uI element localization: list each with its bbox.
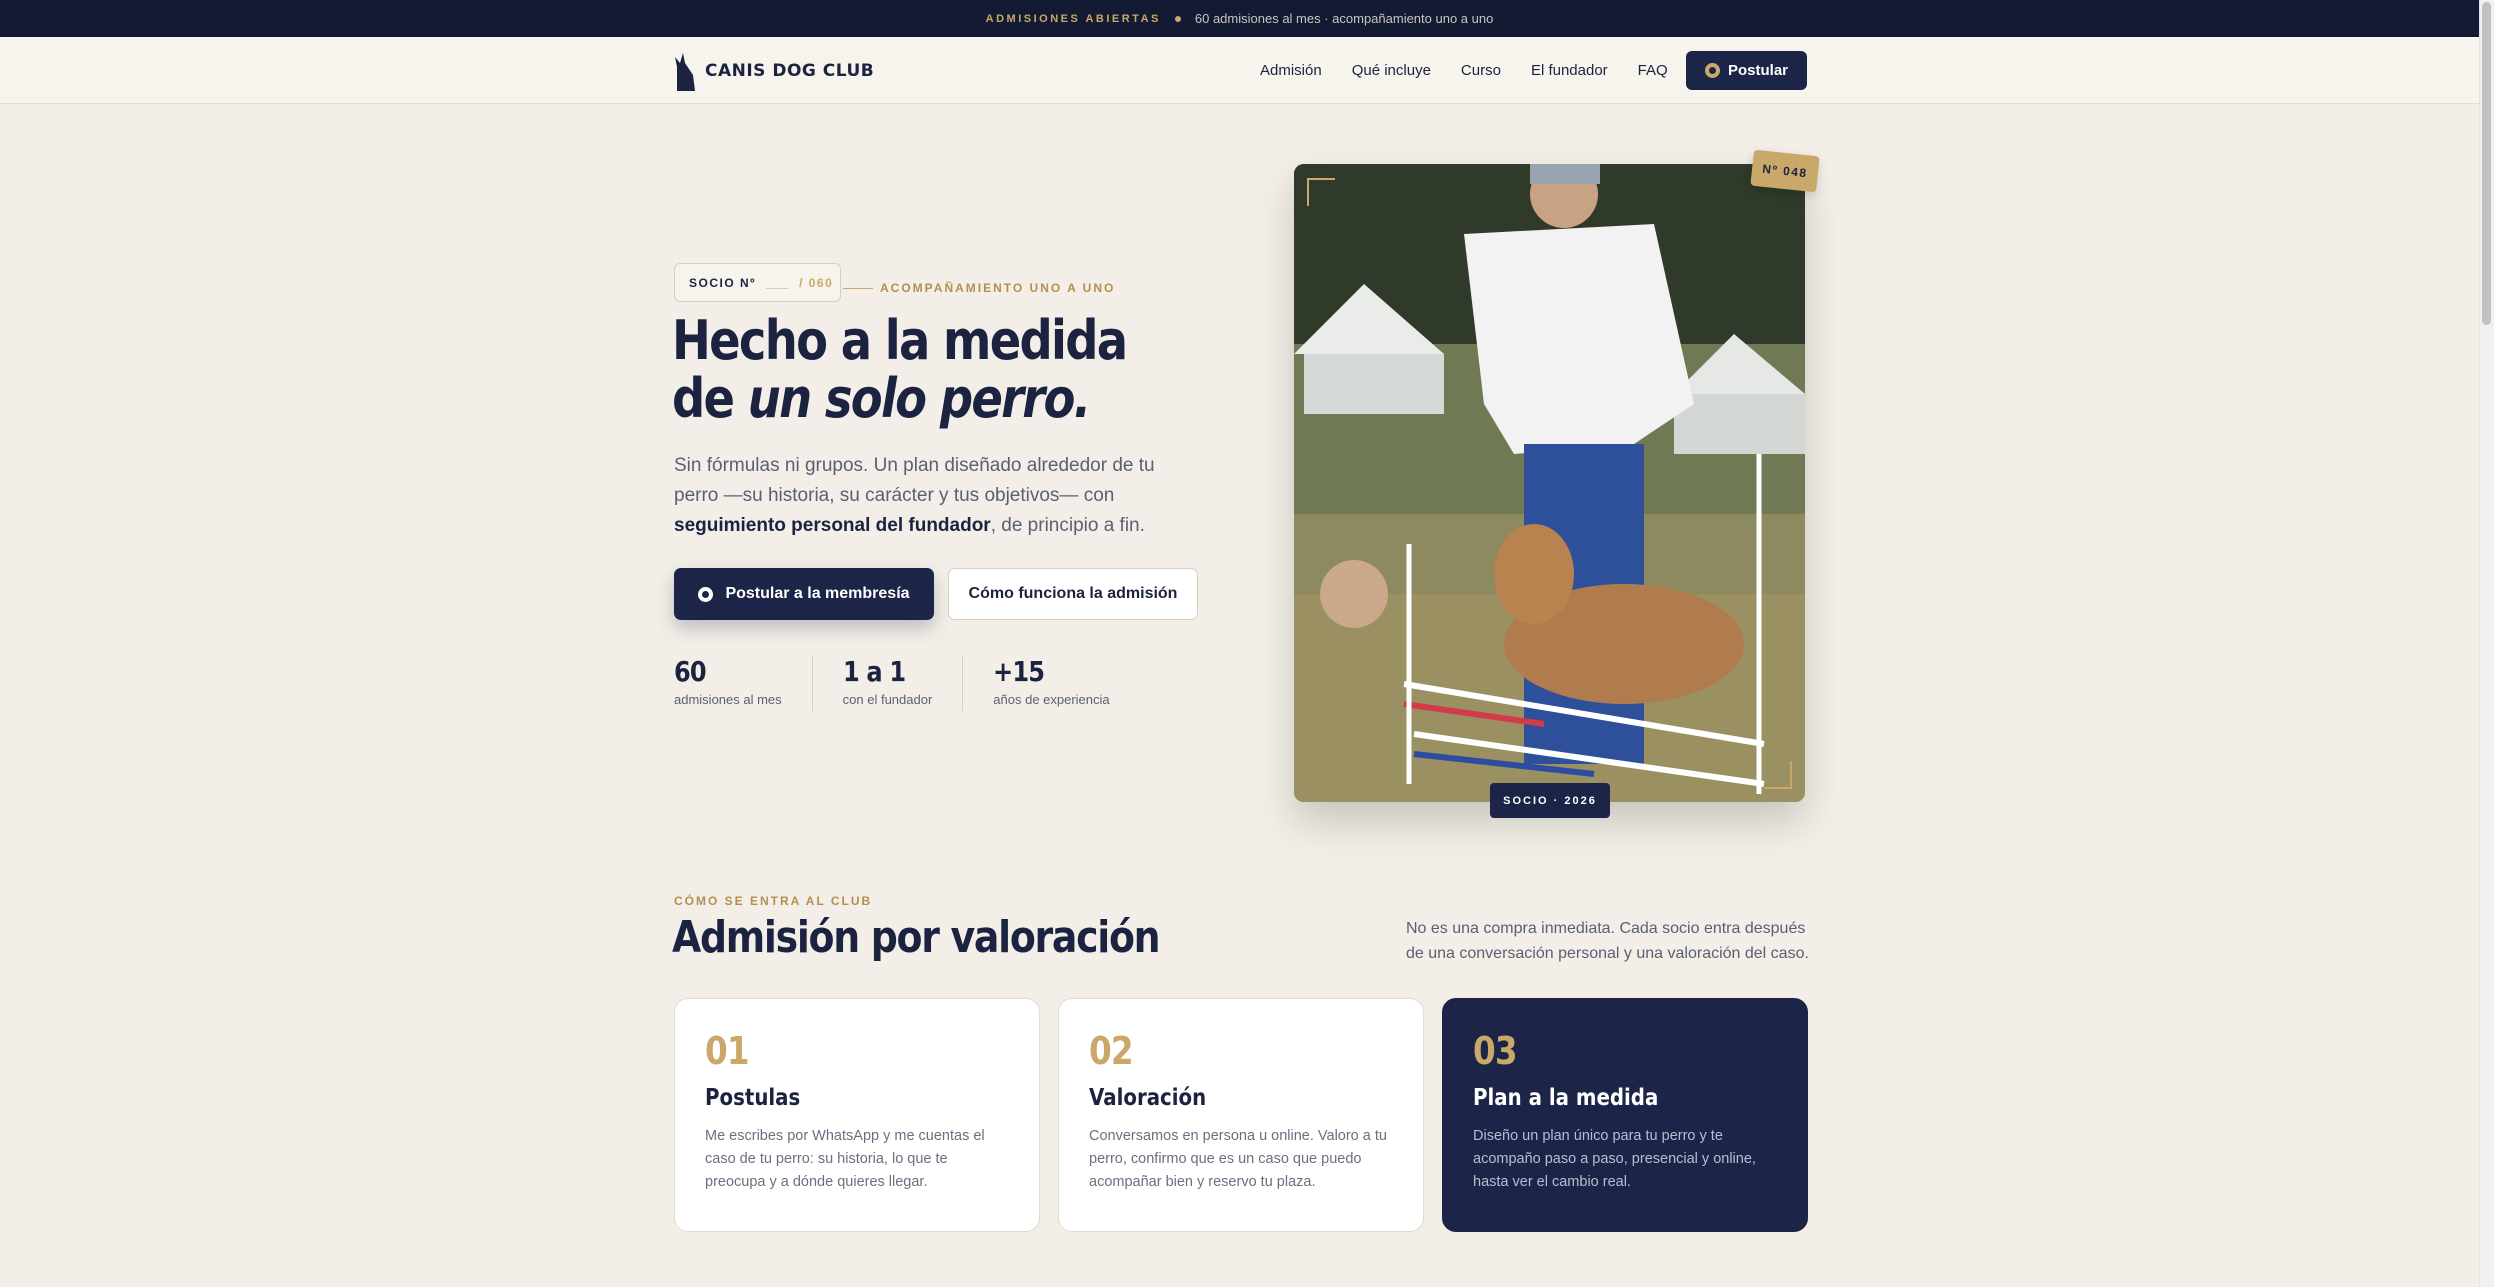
stat-item: +15 años de experiencia	[993, 655, 1139, 711]
dog-logo-icon	[675, 53, 695, 91]
step-title: Valoración	[1089, 1085, 1207, 1111]
admission-kicker: CÓMO SE ENTRA AL CLUB	[674, 894, 873, 908]
whatsapp-icon	[698, 586, 714, 602]
hero-title-prefix: de	[672, 367, 748, 430]
logo[interactable]: CANIS DOG CLUB	[673, 51, 874, 91]
socio-blank: ___	[766, 275, 790, 290]
main-nav: CANIS DOG CLUB Admisión Qué incluye Curs…	[0, 37, 2479, 104]
admission-description: No es una compra inmediata. Cada socio e…	[1406, 920, 1809, 962]
step-number: 03	[1473, 1029, 1518, 1073]
nav-link-que-incluye[interactable]: Qué incluye	[1352, 62, 1431, 79]
hero-lead-text: Sin fórmulas ni grupos. Un plan diseñado…	[674, 455, 1155, 506]
hero-title-line1: Hecho a la medida	[672, 309, 1128, 372]
socio-total: / 060	[799, 275, 834, 290]
announcement-text: 60 admisiones al mes · acompañamiento un…	[1194, 11, 1494, 26]
hero-lead-end: , de principio a fin.	[990, 515, 1145, 536]
nav-link-el-fundador[interactable]: El fundador	[1531, 62, 1608, 79]
step-card-valoracion: 02 Valoración Conversamos en persona u o…	[1058, 998, 1424, 1232]
admission-title: Admisión por valoración	[672, 912, 1161, 963]
whatsapp-icon	[1704, 63, 1720, 78]
nav-link-faq[interactable]: FAQ	[1638, 62, 1668, 79]
step-title: Postulas	[705, 1085, 801, 1111]
photo-corner-frame	[1764, 761, 1792, 789]
announcement-dot-icon	[1174, 15, 1181, 22]
postular-nav-label: Postular	[1727, 62, 1788, 79]
step-card-plan: 03 Plan a la medida Diseño un plan único…	[1442, 998, 1808, 1232]
socio-number-pill: SOCIO Nº ___ / 060	[674, 263, 841, 302]
postular-nav-button[interactable]: Postular	[1686, 51, 1807, 90]
como-funciona-button[interactable]: Cómo funciona la admisión	[948, 568, 1198, 620]
logo-text: CANIS DOG CLUB	[705, 61, 875, 81]
hero-photo	[1294, 164, 1805, 802]
stat-value: +15	[993, 655, 1045, 688]
hero-lead-strong: seguimiento personal del fundador	[674, 515, 991, 536]
member-number-badge: Nº 048	[1750, 149, 1820, 193]
stat-value: 60	[674, 655, 707, 688]
step-text: Diseño un plan único para tu perro y te …	[1473, 1128, 1756, 1190]
nav-link-admision[interactable]: Admisión	[1260, 62, 1322, 79]
scrollbar-thumb[interactable]	[2482, 2, 2491, 325]
stat-item: 1 a 1 con el fundador	[843, 655, 964, 711]
hero-photo-illustration	[1294, 164, 1805, 802]
photo-corner-frame	[1307, 178, 1335, 206]
postular-membresia-button[interactable]: Postular a la membresía	[674, 568, 934, 620]
step-number: 01	[705, 1029, 750, 1073]
hero-kicker: ACOMPAÑAMIENTO UNO A UNO	[880, 281, 1116, 295]
socio-year-badge: SOCIO · 2026	[1490, 783, 1610, 818]
hero-lead: Sin fórmulas ni grupos. Un plan diseñado…	[674, 451, 1174, 541]
stat-label: admisiones al mes	[674, 692, 782, 707]
nav-link-curso[interactable]: Curso	[1461, 62, 1501, 79]
step-card-postulas: 01 Postulas Me escribes por WhatsApp y m…	[674, 998, 1040, 1232]
step-text: Conversamos en persona u online. Valoro …	[1089, 1128, 1387, 1190]
announcement-tag: ADMISIONES ABIERTAS	[985, 12, 1161, 25]
stat-value: 1 a 1	[842, 655, 906, 688]
step-number: 02	[1089, 1029, 1134, 1073]
step-title: Plan a la medida	[1473, 1085, 1659, 1111]
hero-title-emphasis: un solo perro.	[747, 367, 1092, 430]
scrollbar[interactable]	[2479, 0, 2494, 1287]
hero-stats: 60 admisiones al mes 1 a 1 con el fundad…	[674, 655, 1170, 711]
kicker-divider	[843, 288, 873, 289]
socio-label: SOCIO Nº	[689, 275, 757, 290]
nav-links: Admisión Qué incluye Curso El fundador F…	[1260, 37, 1668, 104]
stat-label: con el fundador	[842, 692, 933, 707]
como-funciona-label: Cómo funciona la admisión	[968, 585, 1178, 602]
postular-membresia-label: Postular a la membresía	[725, 585, 910, 602]
stat-item: 60 admisiones al mes	[674, 655, 813, 711]
stat-label: años de experiencia	[993, 692, 1110, 707]
step-text: Me escribes por WhatsApp y me cuentas el…	[705, 1128, 985, 1190]
hero-title: Hecho a la medida de un solo perro.	[672, 309, 1128, 430]
announcement-bar: ADMISIONES ABIERTAS 60 admisiones al mes…	[0, 0, 2479, 37]
